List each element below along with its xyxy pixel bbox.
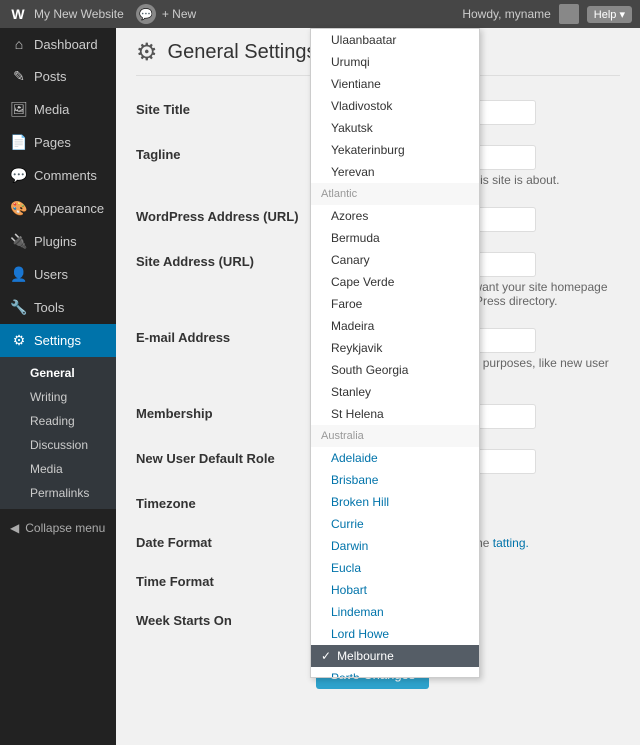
dropdown-group-australia: Australia bbox=[311, 425, 479, 447]
dropdown-item-yerevan[interactable]: Yerevan bbox=[311, 161, 479, 183]
date-format-label: Date Format bbox=[136, 523, 316, 562]
plugins-icon: 🔌 bbox=[10, 233, 28, 250]
sidebar-label-appearance: Appearance bbox=[34, 201, 104, 216]
users-icon: 👤 bbox=[10, 266, 28, 283]
dropdown-item-azores[interactable]: Azores bbox=[311, 205, 479, 227]
sidebar-item-users[interactable]: 👤 Users bbox=[0, 258, 116, 291]
sidebar-item-plugins[interactable]: 🔌 Plugins bbox=[0, 225, 116, 258]
subitem-writing[interactable]: Writing bbox=[0, 385, 116, 409]
collapse-label: Collapse menu bbox=[25, 521, 105, 535]
date-format-link[interactable]: tatting. bbox=[493, 536, 529, 550]
media-icon: 🖼 bbox=[10, 101, 28, 118]
tagline-label: Tagline bbox=[136, 135, 316, 197]
membership-label: Membership bbox=[136, 394, 316, 439]
wp-logo[interactable]: W bbox=[8, 4, 28, 24]
dropdown-group-atlantic: Atlantic bbox=[311, 183, 479, 205]
subitem-permalinks[interactable]: Permalinks bbox=[0, 481, 116, 505]
subitem-reading[interactable]: Reading bbox=[0, 409, 116, 433]
dropdown-item-ulaanbaatar[interactable]: Ulaanbaatar bbox=[311, 29, 479, 51]
sidebar-item-comments[interactable]: 💬 Comments bbox=[0, 159, 116, 192]
sidebar-label-settings: Settings bbox=[34, 333, 81, 348]
new-item[interactable]: + New bbox=[162, 7, 196, 21]
dropdown-item-urumqi[interactable]: Urumqi bbox=[311, 51, 479, 73]
sidebar-item-dashboard[interactable]: ⌂ Dashboard bbox=[0, 28, 116, 60]
sidebar-label-pages: Pages bbox=[34, 135, 71, 150]
dropdown-item-brisbane[interactable]: Brisbane bbox=[311, 469, 479, 491]
dropdown-item-stanley[interactable]: Stanley bbox=[311, 381, 479, 403]
sidebar-label-plugins: Plugins bbox=[34, 234, 77, 249]
dashboard-icon: ⌂ bbox=[10, 36, 28, 52]
sidebar-item-media[interactable]: 🖼 Media bbox=[0, 93, 116, 126]
dropdown-item-hobart[interactable]: Hobart bbox=[311, 579, 479, 601]
howdy-greeting: Howdy, myname bbox=[462, 7, 550, 21]
dropdown-item-lindeman[interactable]: Lindeman bbox=[311, 601, 479, 623]
dropdown-item-vladivostok[interactable]: Vladivostok bbox=[311, 95, 479, 117]
sidebar-item-posts[interactable]: ✎ Posts bbox=[0, 60, 116, 93]
collapse-icon: ◀ bbox=[10, 521, 19, 535]
dropdown-item-reykjavik[interactable]: Reykjavik bbox=[311, 337, 479, 359]
melbourne-label: Melbourne bbox=[337, 649, 394, 663]
subitem-media[interactable]: Media bbox=[0, 457, 116, 481]
wp-address-label: WordPress Address (URL) bbox=[136, 197, 316, 242]
user-avatar[interactable] bbox=[559, 4, 579, 24]
dropdown-item-canary[interactable]: Canary bbox=[311, 249, 479, 271]
admin-bar-right: Howdy, myname Help ▾ bbox=[462, 4, 632, 24]
checkmark-icon: ✓ bbox=[321, 649, 331, 663]
sidebar-item-settings[interactable]: ⚙ Settings bbox=[0, 324, 116, 357]
sidebar-item-pages[interactable]: 📄 Pages bbox=[0, 126, 116, 159]
dropdown-item-broken-hill[interactable]: Broken Hill bbox=[311, 491, 479, 513]
dropdown-item-perth[interactable]: Perth bbox=[311, 667, 479, 678]
sidebar-label-media: Media bbox=[34, 102, 69, 117]
posts-icon: ✎ bbox=[10, 68, 28, 85]
new-user-role-label: New User Default Role bbox=[136, 439, 316, 484]
timezone-label: Timezone bbox=[136, 484, 316, 523]
appearance-icon: 🎨 bbox=[10, 200, 28, 217]
site-name[interactable]: My New Website bbox=[34, 7, 124, 21]
sidebar-item-tools[interactable]: 🔧 Tools bbox=[0, 291, 116, 324]
sidebar-label-dashboard: Dashboard bbox=[34, 37, 98, 52]
time-format-label: Time Format bbox=[136, 562, 316, 601]
tools-icon: 🔧 bbox=[10, 299, 28, 316]
dropdown-item-lord-howe[interactable]: Lord Howe bbox=[311, 623, 479, 645]
settings-icon: ⚙ bbox=[10, 332, 28, 349]
dropdown-item-madeira[interactable]: Madeira bbox=[311, 315, 479, 337]
dropdown-item-yekaterinburg[interactable]: Yekaterinburg bbox=[311, 139, 479, 161]
dropdown-item-st-helena[interactable]: St Helena bbox=[311, 403, 479, 425]
sidebar-label-tools: Tools bbox=[34, 300, 64, 315]
dropdown-item-south-georgia[interactable]: South Georgia bbox=[311, 359, 479, 381]
dropdown-item-currie[interactable]: Currie bbox=[311, 513, 479, 535]
subitem-general[interactable]: General bbox=[0, 361, 116, 385]
comments-bubble[interactable]: 💬 bbox=[136, 4, 156, 24]
pages-icon: 📄 bbox=[10, 134, 28, 151]
settings-submenu: General Writing Reading Discussion Media… bbox=[0, 357, 116, 509]
dropdown-item-yakutsk[interactable]: Yakutsk bbox=[311, 117, 479, 139]
help-button[interactable]: Help ▾ bbox=[587, 6, 632, 23]
sidebar-label-posts: Posts bbox=[34, 69, 67, 84]
page-icon: ⚙ bbox=[136, 38, 158, 67]
page-title: General Settings bbox=[168, 41, 317, 64]
dropdown-item-darwin[interactable]: Darwin bbox=[311, 535, 479, 557]
dropdown-item-vientiane[interactable]: Vientiane bbox=[311, 73, 479, 95]
subitem-discussion[interactable]: Discussion bbox=[0, 433, 116, 457]
dropdown-item-melbourne[interactable]: ✓ Melbourne bbox=[311, 645, 479, 667]
dropdown-item-cape-verde[interactable]: Cape Verde bbox=[311, 271, 479, 293]
collapse-menu[interactable]: ◀ Collapse menu bbox=[0, 513, 116, 543]
admin-bar: W My New Website 💬 + New Howdy, myname H… bbox=[0, 0, 640, 28]
week-starts-label: Week Starts On bbox=[136, 601, 316, 640]
site-title-label: Site Title bbox=[136, 90, 316, 135]
sidebar: ⌂ Dashboard ✎ Posts 🖼 Media 📄 Pages 💬 Co… bbox=[0, 28, 116, 745]
site-address-label: Site Address (URL) bbox=[136, 242, 316, 318]
dropdown-item-adelaide[interactable]: Adelaide bbox=[311, 447, 479, 469]
email-label: E-mail Address bbox=[136, 318, 316, 394]
timezone-dropdown[interactable]: Ulaanbaatar Urumqi Vientiane Vladivostok… bbox=[310, 28, 480, 678]
dropdown-item-faroe[interactable]: Faroe bbox=[311, 293, 479, 315]
dropdown-item-eucla[interactable]: Eucla bbox=[311, 557, 479, 579]
sidebar-item-appearance[interactable]: 🎨 Appearance bbox=[0, 192, 116, 225]
dropdown-item-bermuda[interactable]: Bermuda bbox=[311, 227, 479, 249]
comments-icon: 💬 bbox=[10, 167, 28, 184]
sidebar-label-users: Users bbox=[34, 267, 68, 282]
sidebar-label-comments: Comments bbox=[34, 168, 97, 183]
